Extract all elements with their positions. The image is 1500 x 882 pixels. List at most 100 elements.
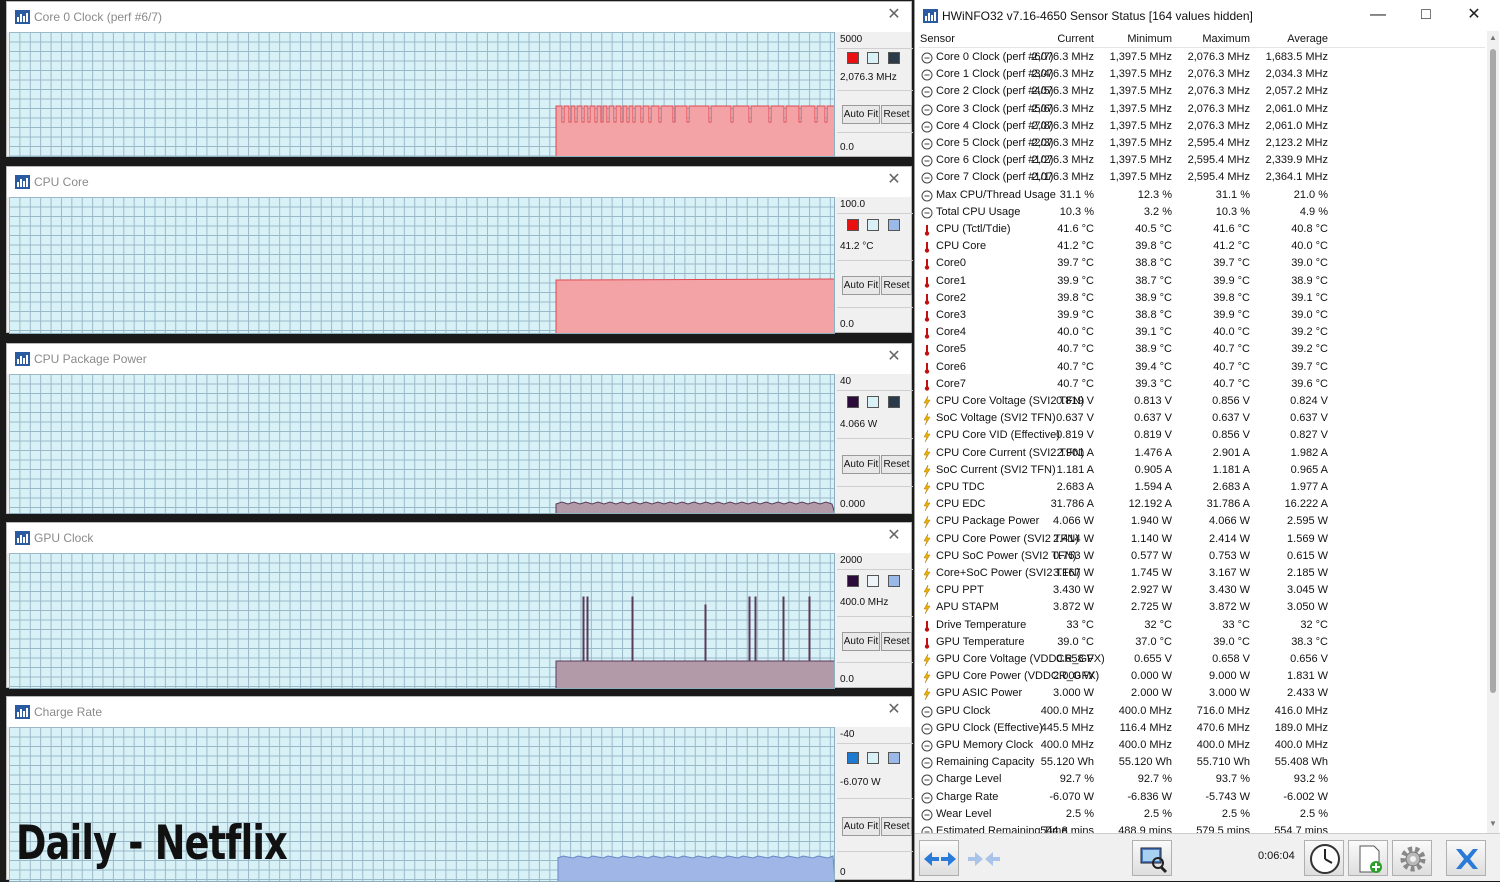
scrollbar-thumb[interactable] [1490, 49, 1496, 693]
table-row[interactable]: GPU Memory Clock 400.0 MHz 400.0 MHz 400.0 … [919, 737, 1485, 754]
table-row[interactable]: Charge Level 92.7 % 92.7 % 93.7 % 93.2 % [919, 771, 1485, 788]
table-row[interactable]: Total CPU Usage 10.3 % 3.2 % 10.3 % 4.9 % [919, 204, 1485, 221]
col-average[interactable]: Average [1287, 33, 1328, 45]
collapse-arrows-button[interactable] [963, 840, 1003, 876]
table-row[interactable]: Core1 39.9 °C 38.7 °C 39.9 °C 38.9 °C [919, 273, 1485, 290]
grid-color-swatch[interactable] [888, 396, 900, 408]
table-row[interactable]: APU STAPM 3.872 W 2.725 W 3.872 W 3.050 W [919, 599, 1485, 616]
close-icon[interactable]: ✕ [887, 172, 901, 188]
background-color-swatch[interactable] [867, 52, 879, 64]
reset-button[interactable]: Reset [881, 455, 912, 474]
table-row[interactable]: Core0 39.7 °C 38.8 °C 39.7 °C 39.0 °C [919, 255, 1485, 272]
table-row[interactable]: Core 3 Clock (perf #5/6) 2,076.3 MHz 1,397… [919, 101, 1485, 118]
scroll-up-icon[interactable]: ▲ [1489, 33, 1497, 42]
graph-title-bar[interactable]: Charge Rate ✕ [7, 697, 911, 727]
auto-fit-button[interactable]: Auto Fit [842, 105, 880, 124]
reset-button[interactable]: Reset [881, 817, 912, 836]
title-bar[interactable]: HWiNFO32 v7.16-4650 Sensor Status [164 v… [915, 0, 1500, 31]
auto-fit-button[interactable]: Auto Fit [842, 276, 880, 295]
col-sensor[interactable]: Sensor [920, 33, 955, 45]
background-color-swatch[interactable] [867, 752, 879, 764]
table-row[interactable]: CPU TDC 2.683 A 1.594 A 2.683 A 1.977 A [919, 479, 1485, 496]
sensor-table[interactable]: Sensor Current Minimum Maximum Average C… [919, 31, 1485, 833]
table-row[interactable]: GPU Core Voltage (VDDCR_GFX) 0.658 V 0.655… [919, 651, 1485, 668]
auto-fit-button[interactable]: Auto Fit [842, 817, 880, 836]
close-button[interactable]: ✕ [1451, 5, 1497, 25]
maximize-button[interactable]: □ [1403, 5, 1449, 25]
table-row[interactable]: CPU Core Voltage (SVI2 TFN) 0.819 V 0.813 … [919, 393, 1485, 410]
nav-arrows-button[interactable] [919, 840, 959, 876]
minimize-button[interactable]: — [1355, 5, 1401, 25]
table-row[interactable]: Max CPU/Thread Usage 31.1 % 12.3 % 31.1 % 21… [919, 187, 1485, 204]
line-color-swatch[interactable] [847, 396, 859, 408]
col-minimum[interactable]: Minimum [1127, 33, 1172, 45]
table-row[interactable]: CPU Core Current (SVI2 TFN) 2.901 A 1.476 … [919, 445, 1485, 462]
background-color-swatch[interactable] [867, 396, 879, 408]
line-color-swatch[interactable] [847, 575, 859, 587]
scroll-down-icon[interactable]: ▼ [1489, 819, 1497, 828]
table-row[interactable]: Drive Temperature 33 °C 32 °C 33 °C 32 °C [919, 617, 1485, 634]
table-row[interactable]: GPU Core Power (VDDCR_GFX) 2.000 W 0.000 W… [919, 668, 1485, 685]
graph-title-bar[interactable]: CPU Package Power ✕ [7, 344, 911, 374]
close-icon[interactable]: ✕ [887, 349, 901, 365]
table-row[interactable]: Estimated Remaining Time 544.8 mins 488.9 … [919, 823, 1485, 833]
table-row[interactable]: Core3 39.9 °C 38.8 °C 39.9 °C 39.0 °C [919, 307, 1485, 324]
background-color-swatch[interactable] [867, 575, 879, 587]
auto-fit-button[interactable]: Auto Fit [842, 455, 880, 474]
table-row[interactable]: Core+SoC Power (SVI2 TFN) 3.167 W 1.745 W3… [919, 565, 1485, 582]
table-row[interactable]: Core 2 Clock (perf #4/5) 2,076.3 MHz 1,397… [919, 83, 1485, 100]
table-row[interactable]: CPU PPT 3.430 W 2.927 W 3.430 W 3.045 W [919, 582, 1485, 599]
table-row[interactable]: CPU Core 41.2 °C 39.8 °C 41.2 °C 40.0 °C [919, 238, 1485, 255]
graph-window-1[interactable]: CPU Core ✕ 100.0 41.2 °C Auto Fit Reset … [6, 166, 913, 334]
graph-window-2[interactable]: CPU Package Power ✕ 40 4.066 W Auto Fit … [6, 343, 913, 514]
graph-title-bar[interactable]: Core 0 Clock (perf #6/7) ✕ [7, 2, 911, 32]
grid-color-swatch[interactable] [888, 52, 900, 64]
col-maximum[interactable]: Maximum [1202, 33, 1250, 45]
table-row[interactable]: Core5 40.7 °C 38.9 °C 40.7 °C 39.2 °C [919, 341, 1485, 358]
table-row[interactable]: CPU SoC Power (SVI2 TFN) 0.753 W 0.577 W 0.… [919, 548, 1485, 565]
table-row[interactable]: CPU (Tctl/Tdie) 41.6 °C 40.5 °C 41.6 °C 40.8… [919, 221, 1485, 238]
table-row[interactable]: CPU Core Power (SVI2 TFN) 2.414 W 1.140 W2… [919, 531, 1485, 548]
table-row[interactable]: Core4 40.0 °C 39.1 °C 40.0 °C 39.2 °C [919, 324, 1485, 341]
table-row[interactable]: Core 4 Clock (perf #7/8) 2,076.3 MHz 1,397… [919, 118, 1485, 135]
vertical-scrollbar[interactable]: ▲ ▼ [1487, 31, 1499, 833]
graph-window-0[interactable]: Core 0 Clock (perf #6/7) ✕ 5000 2,076.3 … [6, 1, 913, 157]
close-icon[interactable]: ✕ [887, 702, 901, 718]
grid-color-swatch[interactable] [888, 219, 900, 231]
table-row[interactable]: Charge Rate -6.070 W -6.836 W -5.743 W -6.00… [919, 789, 1485, 806]
table-row[interactable]: Core 5 Clock (perf #2/3) 2,076.3 MHz 1,397… [919, 135, 1485, 152]
background-color-swatch[interactable] [867, 219, 879, 231]
graph-title-bar[interactable]: CPU Core ✕ [7, 167, 911, 197]
table-row[interactable]: Core 7 Clock (perf #1/1) 2,076.3 MHz 1,397… [919, 169, 1485, 186]
table-row[interactable]: GPU Clock 400.0 MHz 400.0 MHz 716.0 MHz 416.… [919, 703, 1485, 720]
table-row[interactable]: Core 6 Clock (perf #1/2) 2,076.3 MHz 1,397… [919, 152, 1485, 169]
reset-button[interactable]: Reset [881, 105, 912, 124]
table-row[interactable]: GPU Clock (Effective) 445.5 MHz 116.4 MHz 4… [919, 720, 1485, 737]
network-monitor-button[interactable] [1132, 840, 1172, 876]
logging-button[interactable] [1348, 840, 1388, 876]
table-row[interactable]: SoC Voltage (SVI2 TFN) 0.637 V 0.637 V 0.63… [919, 410, 1485, 427]
table-row[interactable]: Core7 40.7 °C 39.3 °C 40.7 °C 39.6 °C [919, 376, 1485, 393]
table-row[interactable]: Core6 40.7 °C 39.4 °C 40.7 °C 39.7 °C [919, 359, 1485, 376]
exit-button[interactable] [1446, 840, 1486, 876]
table-row[interactable]: Core 1 Clock (perf #3/4) 2,076.3 MHz 1,397… [919, 66, 1485, 83]
table-row[interactable]: GPU Temperature 39.0 °C 37.0 °C 39.0 °C 38.3… [919, 634, 1485, 651]
grid-color-swatch[interactable] [888, 575, 900, 587]
table-row[interactable]: CPU EDC 31.786 A 12.192 A 31.786 A 16.222 A [919, 496, 1485, 513]
graph-title-bar[interactable]: GPU Clock ✕ [7, 523, 911, 553]
col-current[interactable]: Current [1057, 33, 1094, 45]
table-row[interactable]: Core2 39.8 °C 38.9 °C 39.8 °C 39.1 °C [919, 290, 1485, 307]
reset-button[interactable]: Reset [881, 632, 912, 651]
line-color-swatch[interactable] [847, 52, 859, 64]
line-color-swatch[interactable] [847, 219, 859, 231]
table-row[interactable]: CPU Package Power 4.066 W 1.940 W 4.066 W 2.… [919, 513, 1485, 530]
reset-button[interactable]: Reset [881, 276, 912, 295]
settings-button[interactable] [1392, 840, 1432, 876]
reset-timer-button[interactable] [1304, 840, 1344, 876]
close-icon[interactable]: ✕ [887, 7, 901, 23]
table-row[interactable]: Core 0 Clock (perf #6/7) 2,076.3 MHz 1,397… [919, 49, 1485, 66]
grid-color-swatch[interactable] [888, 752, 900, 764]
auto-fit-button[interactable]: Auto Fit [842, 632, 880, 651]
graph-window-3[interactable]: GPU Clock ✕ 2000 400.0 MHz Auto Fit Rese… [6, 522, 913, 689]
table-row[interactable]: Wear Level 2.5 % 2.5 % 2.5 % 2.5 % [919, 806, 1485, 823]
